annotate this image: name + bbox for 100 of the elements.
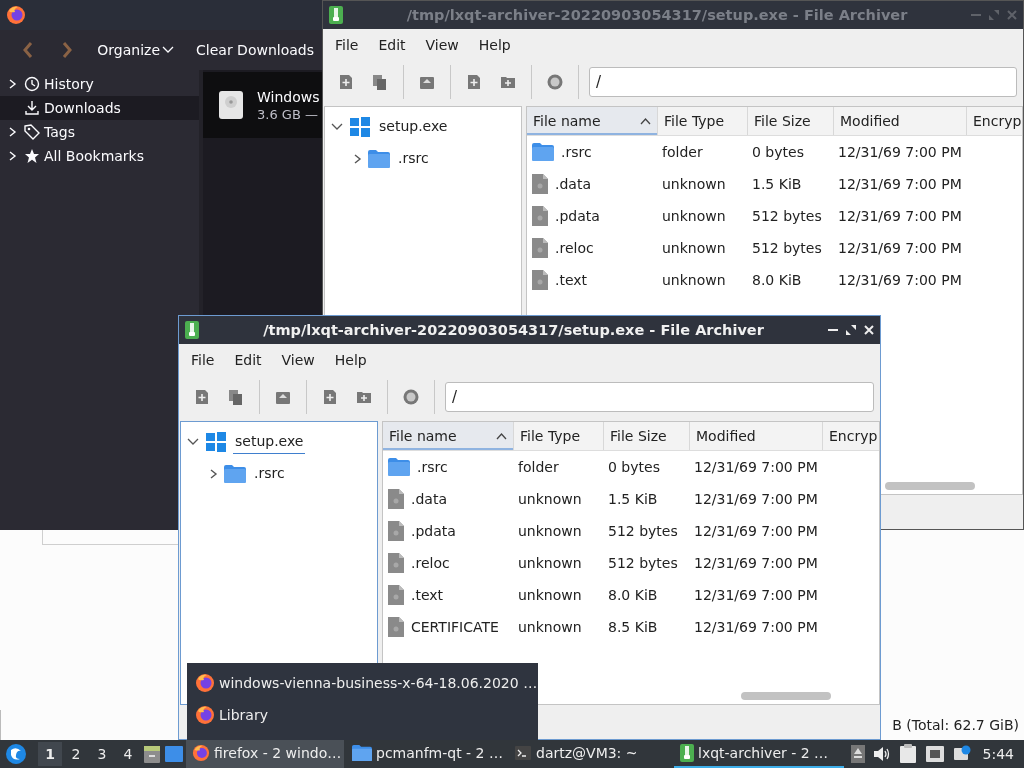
path-field[interactable]: / [589,67,1017,97]
star-icon [24,148,40,164]
menu-item[interactable]: Edit [224,351,272,368]
table-cell: unknown [662,208,726,224]
table-cell: .text [411,587,444,603]
terminal-icon [514,744,532,762]
archive-icon [680,744,694,762]
network-icon[interactable] [924,745,945,763]
folder-icon [388,458,410,476]
chevron-down-icon [162,46,175,54]
file-icon [388,521,404,541]
download-name: Windows [257,88,320,105]
menu-item[interactable]: Help [324,351,377,368]
file-icon [532,206,548,226]
copy-icon[interactable] [227,388,245,406]
add-file-icon[interactable] [465,73,483,91]
volume-icon[interactable] [872,746,891,762]
table-cell: 12/31/69 7:00 PM [838,208,962,224]
workspace-button[interactable]: 1 [38,742,62,766]
sidebar-item[interactable]: Downloads [0,96,199,120]
firefox-icon [195,705,215,725]
table-cell: unknown [518,523,582,539]
table-cell: 1.5 KiB [608,491,658,507]
clock-icon [24,76,40,92]
file-cabinet-icon[interactable] [142,744,162,764]
table-cell: 512 bytes [608,523,678,539]
clipboard-icon[interactable] [898,744,917,764]
back-icon[interactable] [23,41,34,59]
taskbar-button[interactable]: pcmanfm-qt - 2 … [346,740,506,768]
table-cell: 0 bytes [752,144,804,160]
sort-ascending-icon [640,117,651,125]
tree-item[interactable]: .rsrc [252,462,287,486]
table-cell: .rsrc [561,144,592,160]
new-document-icon[interactable] [193,388,211,406]
menu-item[interactable]: View [271,351,325,368]
scrollbar[interactable] [885,482,975,490]
disc-file-icon [219,91,243,119]
sidebar-label: All Bookmarks [44,148,145,164]
table-cell: unknown [662,240,726,256]
menu-item[interactable]: Edit [368,36,416,53]
sidebar-item[interactable]: History [0,72,199,96]
table-cell: folder [518,459,559,475]
menu-item[interactable]: File [325,36,369,53]
firefox-icon [6,5,26,25]
table-cell: unknown [518,587,582,603]
window-title: /tmp/lxqt-archiver-20220903054317/setup.exe - File Archiver [405,7,909,23]
taskbar-button[interactable]: firefox - 2 windo… [186,740,344,768]
menu-item[interactable]: Library [219,707,268,723]
table-cell: 12/31/69 7:00 PM [694,523,818,539]
table-cell: unknown [518,491,582,507]
file-icon [532,174,548,194]
tree-item[interactable]: setup.exe [377,115,450,139]
maximize-icon[interactable] [846,325,856,335]
tree-item[interactable]: setup.exe [233,430,306,454]
archive-icon [185,321,199,339]
sort-ascending-icon [496,432,507,440]
new-document-icon[interactable] [337,73,355,91]
table-cell: 8.0 KiB [752,272,802,288]
table-cell: unknown [518,619,582,635]
workspace-button[interactable]: 4 [116,742,140,766]
folder-icon [532,143,554,161]
workspace-button[interactable]: 2 [64,742,88,766]
table-cell: 12/31/69 7:00 PM [694,619,818,635]
file-icon [388,553,404,573]
table-cell: folder [662,144,703,160]
folder-icon [224,465,246,483]
taskbar-button[interactable]: dartz@VM3: ~ [508,740,672,768]
status-text: B (Total: 62.7 GiB) [892,717,1019,733]
tree-item[interactable]: .rsrc [396,147,431,171]
column-header[interactable]: File name [527,107,658,135]
copy-icon[interactable] [371,73,389,91]
taskbar-button[interactable]: lxqt-archiver - 2 … [674,740,844,768]
folder-icon [352,744,372,762]
table-cell: CERTIFICATE [411,619,499,635]
menu-item[interactable]: File [181,351,225,368]
scrollbar[interactable] [741,692,831,700]
workspace-button[interactable]: 3 [90,742,114,766]
forward-icon[interactable] [62,41,72,59]
clear-downloads-button[interactable]: Clear Downloads [188,38,322,62]
sidebar-item[interactable]: All Bookmarks [0,144,199,168]
archive-icon [329,6,343,24]
path-field[interactable]: / [445,382,874,412]
menu-item[interactable]: Help [468,36,521,53]
firefox-icon [195,673,215,693]
sidebar-item[interactable]: Tags [0,120,199,144]
menu-item[interactable]: View [415,36,469,53]
table-cell: 512 bytes [608,555,678,571]
start-menu-icon[interactable] [4,742,28,766]
menu-item[interactable]: windows-vienna-business-x-64-18.06.2020 … [219,675,538,691]
desktop-icon[interactable] [164,745,184,763]
eject-icon[interactable] [850,745,865,763]
add-file-icon[interactable] [321,388,339,406]
table-cell: unknown [662,176,726,192]
column-header[interactable]: File name [383,422,514,450]
table-cell: 12/31/69 7:00 PM [838,144,962,160]
notification-icon[interactable] [952,745,971,763]
download-item[interactable]: Windows 3.6 GB — [203,72,322,138]
tag-icon [24,124,40,140]
organize-button[interactable]: Organize [89,38,183,62]
close-icon[interactable] [864,325,874,335]
